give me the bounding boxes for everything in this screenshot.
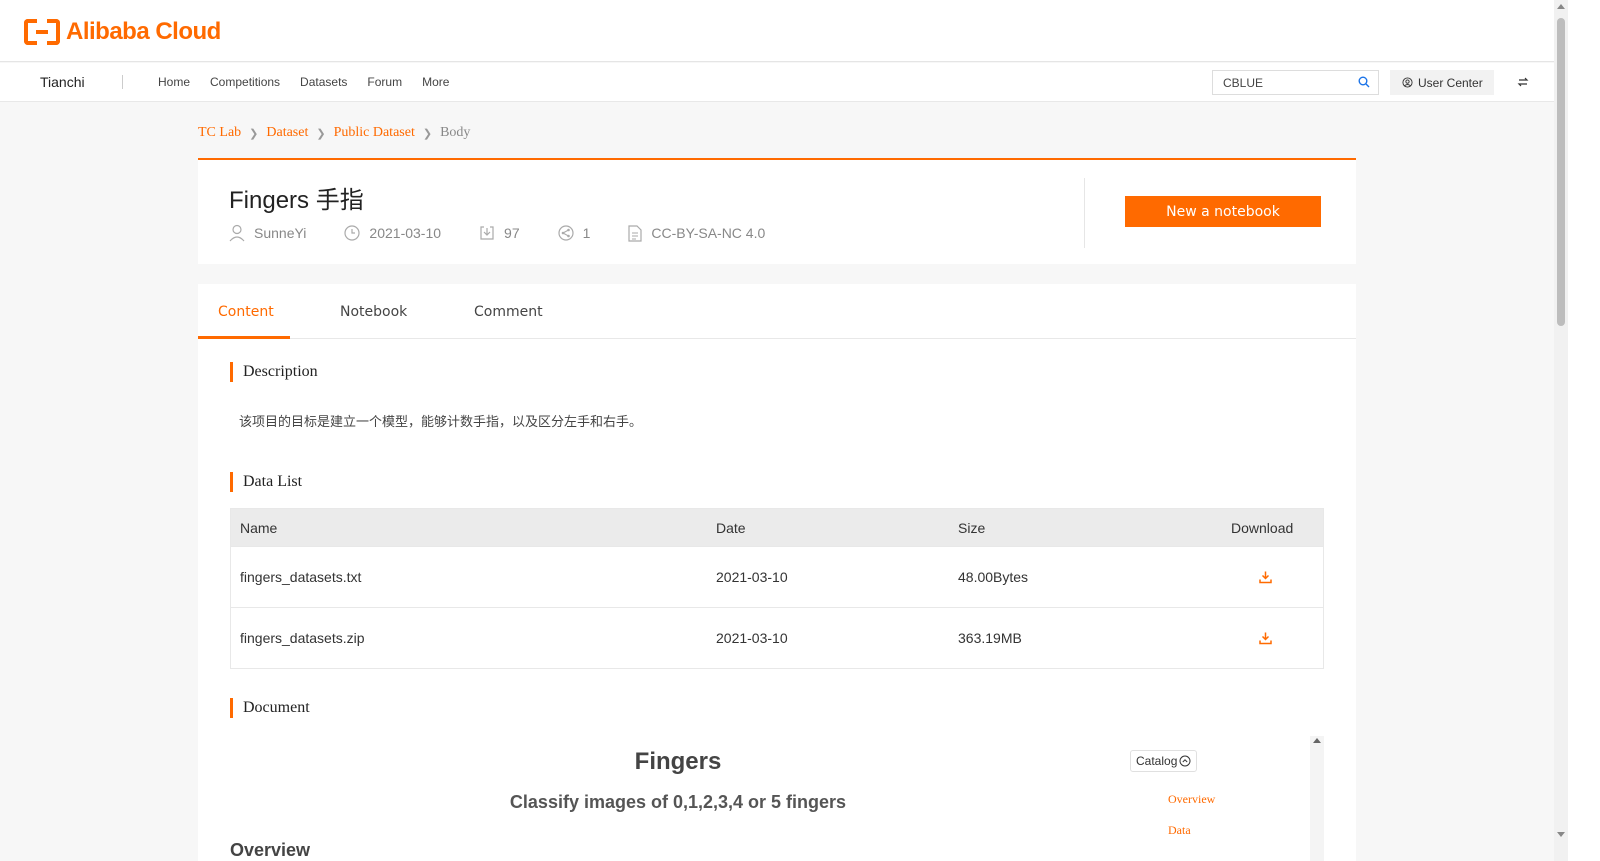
tab-bar: Content Notebook Comment [198, 284, 1356, 339]
document-heading: Document [230, 698, 310, 718]
user-center-label: User Center [1418, 75, 1483, 90]
nav-brand-tianchi[interactable]: Tianchi [40, 74, 85, 90]
document-section-heading: Overview [230, 840, 311, 860]
breadcrumb: TC Lab ❯ Dataset ❯ Public Dataset ❯ Body [198, 125, 470, 141]
table-row: fingers_datasets.txt 2021-03-10 48.00Byt… [231, 546, 1323, 607]
tab-content[interactable]: Content [218, 304, 274, 320]
meta-date: 2021-03-10 [344, 225, 441, 241]
tab-comment[interactable]: Comment [474, 304, 543, 320]
catalog-panel: Catalog Overview Data [1094, 736, 1322, 861]
table-row: fingers_datasets.zip 2021-03-10 363.19MB [231, 607, 1323, 668]
user-circle-icon [1402, 77, 1413, 88]
clock-icon [344, 225, 361, 241]
nav-link-forum[interactable]: Forum [367, 75, 402, 89]
scroll-thumb[interactable] [1557, 18, 1565, 326]
document-icon [628, 224, 643, 242]
dataset-title: Fingers 手指 [229, 187, 364, 214]
document-viewer: Fingers Classify images of 0,1,2,3,4 or … [230, 736, 1324, 861]
chevron-right-icon: ❯ [316, 127, 326, 140]
meta-license: CC-BY-SA-NC 4.0 [628, 224, 766, 242]
header-divider [1084, 178, 1085, 248]
file-size: 363.19MB [958, 630, 1022, 646]
share-icon [558, 225, 574, 241]
nav-link-datasets[interactable]: Datasets [300, 75, 347, 89]
publish-date: 2021-03-10 [369, 225, 442, 241]
table-header: Name Date Size Download [231, 509, 1323, 546]
alibaba-cloud-logo[interactable]: Alibaba Cloud [24, 18, 221, 46]
file-size: 48.00Bytes [958, 569, 1029, 585]
search-icon[interactable] [1358, 76, 1370, 88]
nav-link-more[interactable]: More [422, 75, 449, 89]
user-center-button[interactable]: User Center [1390, 70, 1494, 95]
license-text: CC-BY-SA-NC 4.0 [651, 225, 766, 241]
column-header-name: Name [240, 519, 278, 536]
nav-divider [122, 75, 123, 89]
document-scrollbar[interactable] [1310, 736, 1324, 861]
file-date: 2021-03-10 [716, 569, 788, 585]
right-gutter [1568, 0, 1600, 861]
download-icon[interactable] [1259, 571, 1272, 584]
download-count-icon [480, 226, 494, 240]
breadcrumb-tc-lab[interactable]: TC Lab [198, 125, 241, 141]
new-notebook-button[interactable]: New a notebook [1125, 196, 1321, 227]
data-list-heading: Data List [230, 472, 302, 492]
document-subtitle: Classify images of 0,1,2,3,4 or 5 finger… [509, 792, 847, 812]
page-scrollbar[interactable] [1554, 0, 1568, 861]
scroll-up-arrow-icon[interactable] [1313, 738, 1321, 743]
content-card: Content Notebook Comment Description 该项目… [198, 284, 1356, 861]
breadcrumb-current: Body [440, 125, 471, 140]
nav-link-home[interactable]: Home [158, 75, 190, 89]
chevron-up-circle-icon [1179, 755, 1191, 767]
scroll-up-arrow-icon[interactable] [1557, 4, 1565, 9]
chevron-right-icon: ❯ [249, 127, 259, 140]
description-heading: Description [230, 362, 318, 382]
file-date: 2021-03-10 [716, 630, 788, 646]
nav-links: Home Competitions Datasets Forum More [158, 75, 469, 89]
share-count: 1 [582, 225, 591, 241]
author-name[interactable]: SunneYi [254, 225, 306, 241]
document-title: Fingers [634, 748, 722, 775]
brand-bar: Alibaba Cloud [0, 0, 1584, 62]
language-switch-icon[interactable] [1517, 76, 1529, 88]
column-header-date: Date [716, 519, 746, 536]
download-icon[interactable] [1259, 632, 1272, 645]
catalog-item-overview[interactable]: Overview [1168, 792, 1215, 807]
active-tab-indicator [198, 336, 290, 339]
data-list-table: Name Date Size Download fingers_datasets… [230, 508, 1324, 669]
dataset-meta: SunneYi 2021-03-10 97 1 CC-BY-SA-NC 4.0 [229, 224, 803, 242]
column-header-size: Size [958, 519, 986, 536]
tab-notebook[interactable]: Notebook [340, 304, 407, 320]
meta-shares: 1 [558, 225, 591, 241]
catalog-label: Catalog [1136, 754, 1178, 768]
breadcrumb-public-dataset[interactable]: Public Dataset [334, 125, 415, 141]
user-icon [229, 224, 245, 242]
top-navbar: Tianchi Home Competitions Datasets Forum… [0, 63, 1554, 102]
chevron-right-icon: ❯ [422, 127, 433, 140]
catalog-item-data[interactable]: Data [1168, 823, 1191, 838]
search-box [1212, 70, 1379, 95]
column-header-download: Download [1231, 519, 1294, 536]
download-count: 97 [504, 225, 520, 241]
alibaba-cloud-logo-icon [24, 19, 60, 45]
meta-author: SunneYi [229, 224, 306, 242]
meta-downloads: 97 [479, 225, 520, 241]
nav-link-competitions[interactable]: Competitions [210, 75, 280, 89]
logo-text: Alibaba Cloud [66, 18, 221, 45]
catalog-toggle-button[interactable]: Catalog [1130, 750, 1198, 772]
file-name: fingers_datasets.txt [240, 569, 362, 585]
scroll-down-arrow-icon[interactable] [1557, 832, 1565, 837]
dataset-header-card: Fingers 手指 SunneYi 2021-03-10 97 1 CC-BY… [198, 158, 1356, 264]
breadcrumb-dataset[interactable]: Dataset [266, 125, 308, 141]
search-input[interactable] [1213, 71, 1343, 94]
file-name: fingers_datasets.zip [240, 630, 365, 646]
description-text: 该项目的目标是建立一个模型，能够计数手指，以及区分左手和右手。 [239, 415, 643, 430]
